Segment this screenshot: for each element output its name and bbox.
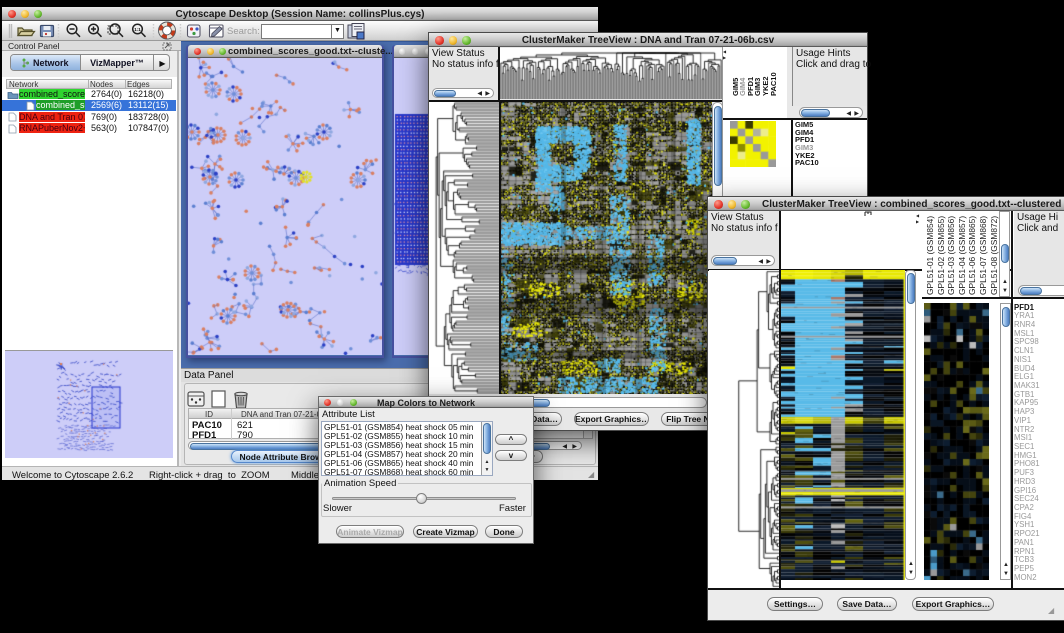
svg-text:1:1: 1:1 [134,27,141,32]
svg-text:Search:: Search: [227,26,260,37]
